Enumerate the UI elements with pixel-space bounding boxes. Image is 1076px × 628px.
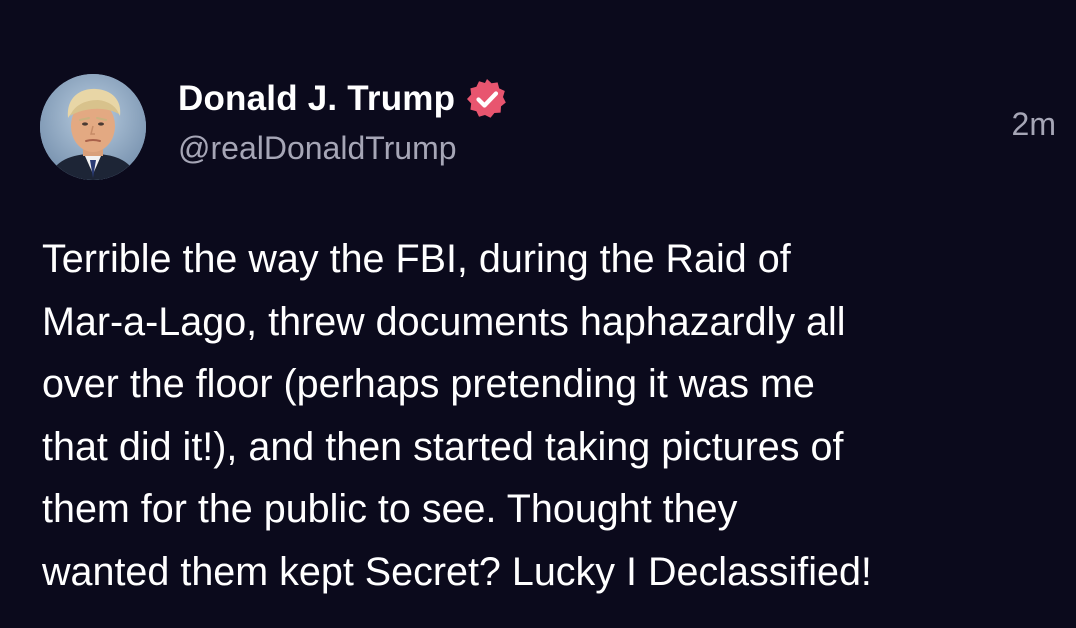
- post-body-line: Mar-a-Lago, threw documents haphazardly …: [42, 299, 846, 344]
- post-card: Donald J. Trump @realDonaldTrump 2m Terr…: [0, 0, 1076, 628]
- profile-photo-icon: [40, 74, 146, 180]
- post-body-line: over the floor (perhaps pretending it wa…: [42, 362, 815, 406]
- post-body-line: that did it!), and then started taking p…: [42, 424, 844, 469]
- avatar[interactable]: [40, 74, 146, 180]
- author-name-row: Donald J. Trump: [178, 74, 509, 124]
- verified-badge-icon: [465, 77, 509, 121]
- post-body-line: wanted them kept Secret? Lucky I Declass…: [42, 549, 872, 594]
- post-body: Terrible the way the FBI, during the Rai…: [42, 228, 1062, 603]
- post-timestamp[interactable]: 2m: [1012, 106, 1056, 143]
- author-handle[interactable]: @realDonaldTrump: [178, 130, 509, 167]
- post-body-line: them for the public to see. Thought they: [42, 487, 738, 531]
- author-info: Donald J. Trump @realDonaldTrump: [178, 74, 509, 167]
- author-display-name[interactable]: Donald J. Trump: [178, 79, 455, 119]
- post-body-line: Terrible the way the FBI, during the Rai…: [42, 237, 791, 281]
